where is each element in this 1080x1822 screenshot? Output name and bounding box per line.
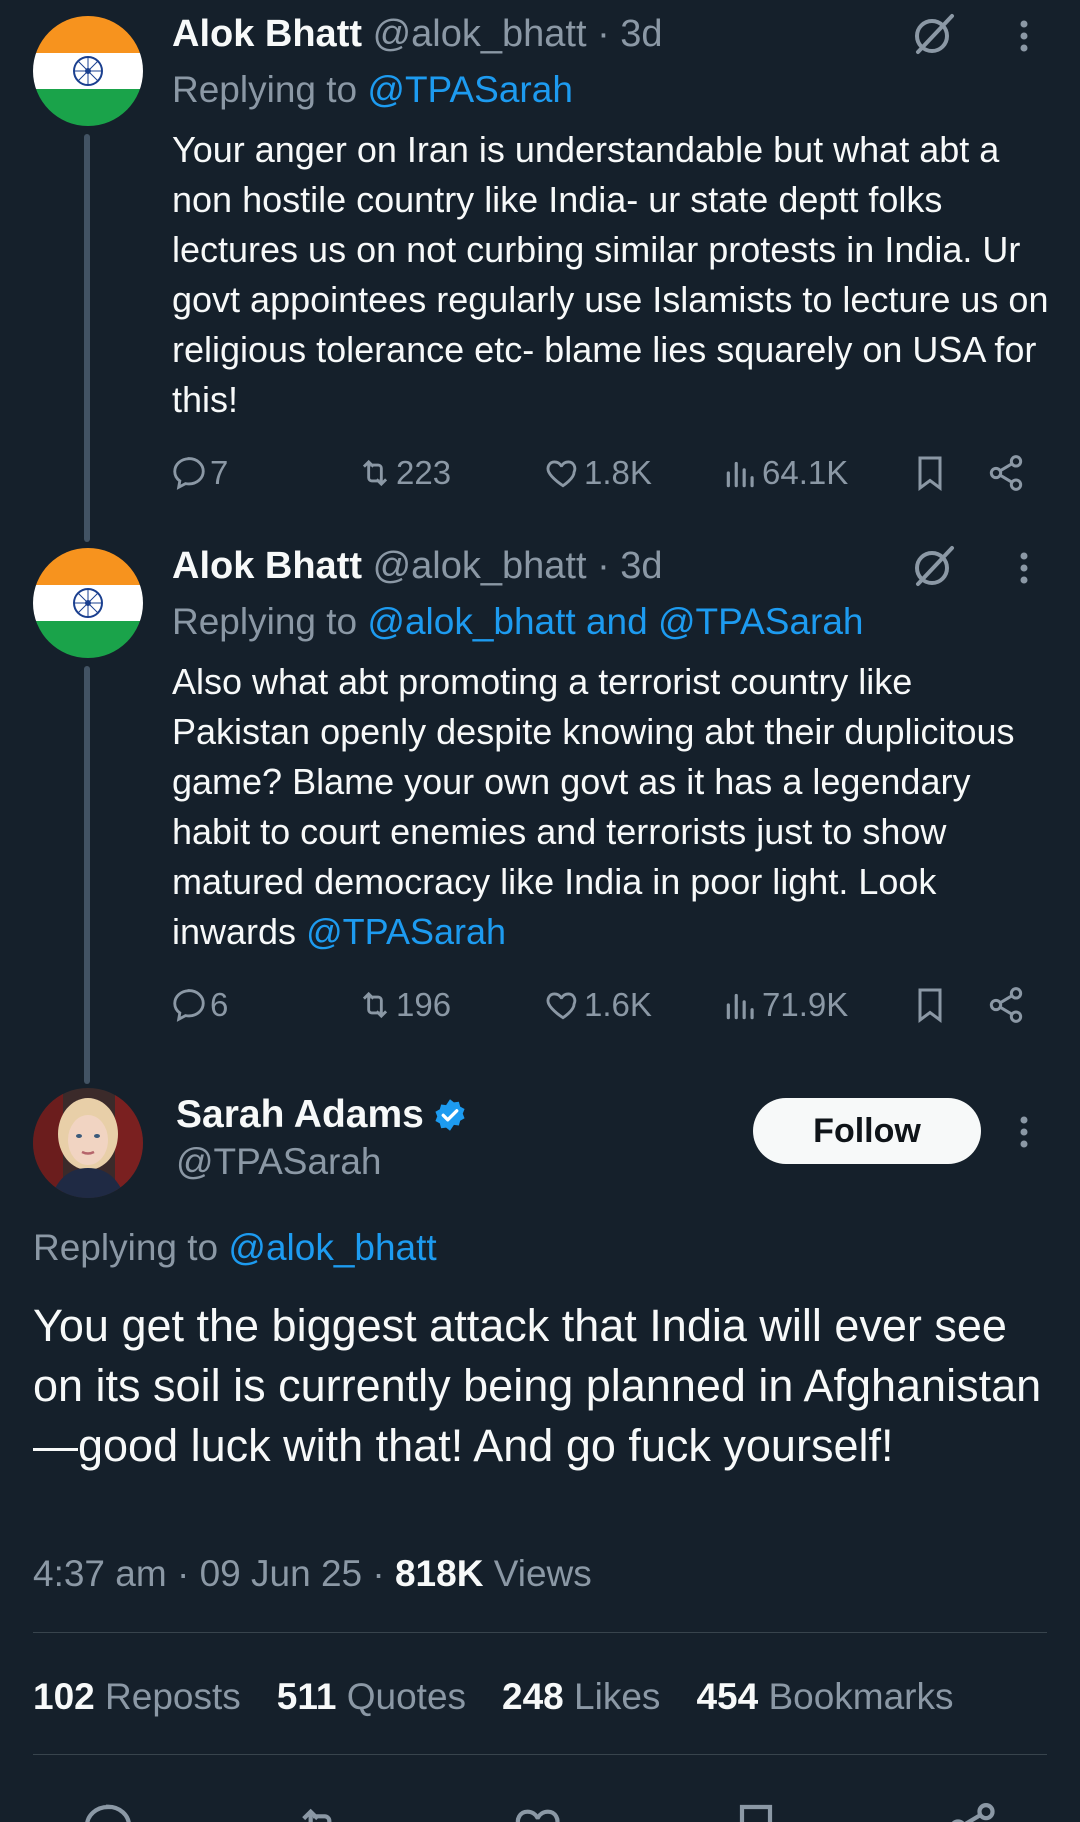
profile-photo bbox=[33, 1088, 143, 1198]
thread-tweet[interactable]: Alok Bhatt @alok_bhatt · 3d Replying to … bbox=[0, 532, 1080, 1084]
bookmark-icon[interactable] bbox=[910, 453, 950, 493]
replying-to: Replying to @alok_bhatt bbox=[33, 1226, 437, 1270]
reply-icon[interactable] bbox=[80, 1800, 136, 1822]
like-count: 1.8K bbox=[584, 454, 652, 491]
repost-icon bbox=[362, 991, 388, 1019]
heart-icon[interactable] bbox=[512, 1800, 568, 1822]
quotes-count: 511 bbox=[276, 1676, 337, 1717]
author-name[interactable]: Alok Bhatt bbox=[172, 13, 362, 55]
quotes-stat[interactable]: 511 Quotes bbox=[277, 1672, 466, 1722]
tweet-header: Alok Bhatt @alok_bhatt · 3d bbox=[172, 12, 663, 56]
like-button[interactable]: 1.8K bbox=[544, 448, 652, 498]
author-name[interactable]: Alok Bhatt bbox=[172, 545, 362, 587]
reposts-label: Reposts bbox=[105, 1676, 241, 1717]
tweet-timestamp[interactable]: 4:37 am · 09 Jun 25 · bbox=[33, 1553, 385, 1594]
reposts-stat[interactable]: 102 Reposts bbox=[33, 1672, 241, 1722]
tweet-text: Your anger on Iran is understandable but… bbox=[172, 125, 1052, 425]
heart-icon bbox=[546, 460, 577, 488]
like-count: 1.6K bbox=[584, 986, 652, 1023]
tweet-text-content: Your anger on Iran is understandable but… bbox=[172, 129, 1049, 420]
tweet-time[interactable]: · 3d bbox=[597, 13, 662, 55]
replying-to: Replying to @alok_bhatt and @TPASarah bbox=[172, 600, 864, 644]
views-icon bbox=[726, 993, 754, 1020]
author-name[interactable]: Sarah Adams bbox=[176, 1092, 468, 1138]
repost-icon[interactable] bbox=[292, 1800, 348, 1822]
verified-badge-icon bbox=[435, 1099, 465, 1131]
repost-count: 196 bbox=[396, 986, 452, 1023]
tweet-text-content: Also what abt promoting a terrorist coun… bbox=[172, 661, 1015, 952]
views-label: Views bbox=[493, 1553, 592, 1594]
more-icon[interactable] bbox=[1012, 1108, 1036, 1156]
reply-button[interactable]: 7 bbox=[170, 448, 228, 498]
divider bbox=[33, 1754, 1047, 1755]
views-button[interactable]: 71.9K bbox=[722, 980, 848, 1030]
more-icon[interactable] bbox=[1012, 12, 1036, 60]
tweet-header: Alok Bhatt @alok_bhatt · 3d bbox=[172, 544, 663, 588]
repost-button[interactable]: 223 bbox=[356, 448, 451, 498]
grok-icon[interactable] bbox=[910, 542, 958, 590]
author-handle[interactable]: @alok_bhatt bbox=[373, 545, 587, 587]
avatar[interactable] bbox=[33, 1088, 143, 1198]
bookmark-icon[interactable] bbox=[728, 1800, 784, 1822]
reply-icon bbox=[173, 457, 205, 490]
tweet-actions: 7 223 1.8K 64.1K bbox=[0, 448, 1080, 498]
replying-mention-link[interactable]: @alok_bhatt bbox=[228, 1227, 436, 1268]
share-icon[interactable] bbox=[986, 453, 1026, 493]
share-icon[interactable] bbox=[986, 985, 1026, 1025]
reply-button[interactable]: 6 bbox=[170, 980, 228, 1030]
bookmarks-label: Bookmarks bbox=[768, 1676, 954, 1717]
main-tweet-actions bbox=[0, 1790, 1080, 1822]
likes-stat[interactable]: 248 Likes bbox=[502, 1672, 660, 1722]
follow-button[interactable]: Follow bbox=[753, 1098, 981, 1164]
like-button[interactable]: 1.6K bbox=[544, 980, 652, 1030]
views-count: 818K bbox=[394, 1553, 484, 1594]
bookmarks-stat[interactable]: 454 Bookmarks bbox=[696, 1672, 953, 1722]
heart-icon bbox=[546, 992, 577, 1020]
reposts-count: 102 bbox=[33, 1676, 95, 1717]
repost-icon bbox=[362, 459, 388, 487]
replying-mention-link[interactable]: @TPASarah bbox=[367, 69, 573, 110]
tweet-time[interactable]: · 3d bbox=[597, 545, 662, 587]
tweet-text: Also what abt promoting a terrorist coun… bbox=[172, 657, 1052, 957]
replying-mention-link[interactable]: @alok_bhatt and @TPASarah bbox=[367, 601, 863, 642]
repost-button[interactable]: 196 bbox=[356, 980, 451, 1030]
avatar[interactable] bbox=[33, 16, 143, 126]
more-icon[interactable] bbox=[1012, 544, 1036, 592]
views-count: 64.1K bbox=[762, 454, 849, 491]
replying-to: Replying to @TPASarah bbox=[172, 68, 573, 112]
author-name-text: Sarah Adams bbox=[176, 1093, 424, 1136]
thread-tweet[interactable]: Alok Bhatt @alok_bhatt · 3d Replying to … bbox=[0, 0, 1080, 542]
reply-count: 6 bbox=[210, 986, 229, 1023]
reply-icon bbox=[173, 989, 205, 1022]
views-button[interactable]: 64.1K bbox=[722, 448, 848, 498]
divider bbox=[33, 1632, 1047, 1633]
tweet-text: You get the biggest attack that India wi… bbox=[33, 1300, 1042, 1471]
replying-prefix: Replying to bbox=[172, 69, 358, 110]
replying-prefix: Replying to bbox=[172, 601, 358, 642]
share-icon[interactable] bbox=[944, 1800, 1000, 1822]
tweet-actions: 6 196 1.6K 71.9K bbox=[0, 980, 1080, 1030]
tweet-meta: 4:37 am · 09 Jun 25 · 818K Views bbox=[33, 1552, 592, 1596]
views-icon bbox=[726, 461, 754, 488]
reply-count: 7 bbox=[210, 454, 229, 491]
likes-label: Likes bbox=[574, 1676, 661, 1717]
grok-icon[interactable] bbox=[910, 10, 958, 58]
replying-prefix: Replying to bbox=[33, 1227, 219, 1268]
avatar[interactable] bbox=[33, 548, 143, 658]
bookmarks-count: 454 bbox=[696, 1676, 759, 1717]
views-count: 71.9K bbox=[762, 986, 849, 1023]
bookmark-icon[interactable] bbox=[910, 985, 950, 1025]
india-flag-avatar bbox=[33, 16, 143, 126]
likes-count: 248 bbox=[502, 1676, 564, 1717]
mention-link[interactable]: @TPASarah bbox=[306, 911, 506, 952]
repost-count: 223 bbox=[396, 454, 452, 491]
quotes-label: Quotes bbox=[346, 1676, 467, 1717]
author-handle[interactable]: @alok_bhatt bbox=[373, 13, 587, 55]
engagement-stats: 102 Reposts 511 Quotes 248 Likes 454 Boo… bbox=[33, 1672, 954, 1722]
author-handle[interactable]: @TPASarah bbox=[176, 1140, 382, 1184]
india-flag-avatar bbox=[33, 548, 143, 658]
